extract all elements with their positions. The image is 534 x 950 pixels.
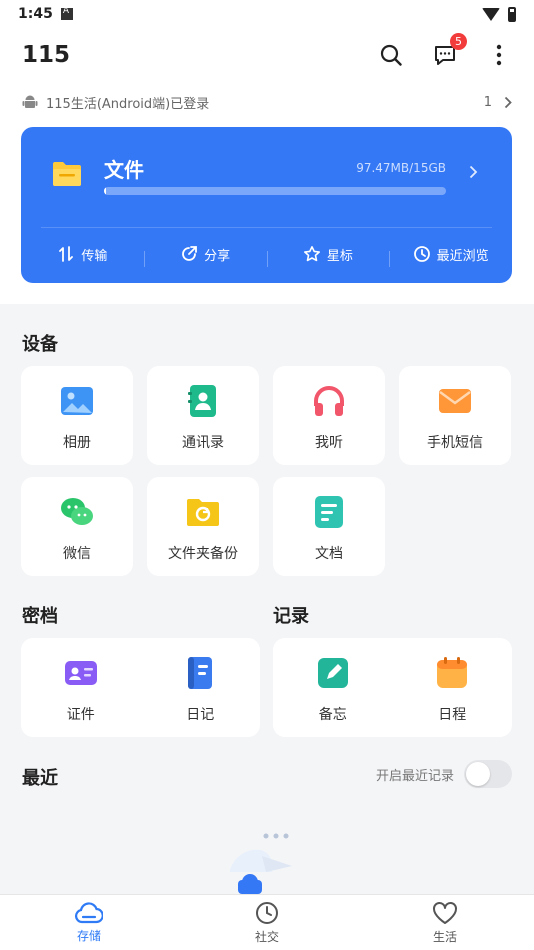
records-item-schedule[interactable]: 日程 bbox=[393, 638, 513, 737]
wifi-icon bbox=[482, 7, 500, 21]
tab-social[interactable]: 社交 bbox=[178, 895, 356, 950]
message-count-badge: 5 bbox=[450, 33, 467, 50]
cloud-icon bbox=[75, 901, 103, 923]
vault-section-title: 密档 bbox=[22, 606, 58, 627]
storage-progress-bar bbox=[104, 187, 446, 195]
contacts-icon bbox=[188, 385, 216, 417]
file-quick-actions: 传输 分享 星标 最近浏览 bbox=[21, 239, 512, 269]
page-title: 115 bbox=[22, 42, 71, 68]
memo-icon bbox=[317, 658, 348, 688]
empty-state-illustration bbox=[230, 833, 292, 894]
device-tile-listen[interactable]: 我听 bbox=[273, 366, 385, 465]
messages-button[interactable]: 5 bbox=[432, 33, 467, 68]
photo-album-icon bbox=[61, 387, 93, 415]
search-button[interactable] bbox=[378, 42, 404, 68]
headphones-icon bbox=[314, 386, 344, 416]
recent-browse-button[interactable]: 最近浏览 bbox=[389, 245, 512, 267]
calendar-icon bbox=[437, 657, 468, 688]
status-bar: 1:45 bbox=[0, 0, 534, 28]
document-icon bbox=[315, 496, 343, 528]
recent-record-toggle-row: 开启最近记录 bbox=[376, 760, 512, 788]
vault-item-diary[interactable]: 日记 bbox=[141, 638, 261, 737]
app-header: 115 5 bbox=[0, 28, 534, 82]
file-card-title: 文件 bbox=[104, 158, 144, 182]
chevron-right-icon bbox=[504, 96, 512, 108]
transfer-icon bbox=[59, 246, 74, 262]
star-icon bbox=[303, 246, 320, 262]
notification-icon bbox=[60, 6, 73, 20]
records-card: 备忘 日程 bbox=[273, 638, 512, 737]
login-device-count: 1 bbox=[483, 94, 492, 110]
tab-life[interactable]: 生活 bbox=[356, 895, 534, 950]
battery-icon bbox=[508, 6, 516, 22]
device-tile-wechat[interactable]: 微信 bbox=[21, 477, 133, 576]
records-item-memo[interactable]: 备忘 bbox=[273, 638, 393, 737]
recent-record-switch[interactable] bbox=[464, 760, 512, 788]
device-tile-sms[interactable]: 手机短信 bbox=[399, 366, 511, 465]
heart-icon bbox=[433, 901, 457, 924]
diary-icon bbox=[188, 657, 213, 689]
more-vertical-icon bbox=[496, 44, 502, 66]
storage-usage: 97.47MB/15GB bbox=[356, 161, 446, 175]
tab-storage[interactable]: 存储 bbox=[0, 895, 178, 950]
device-tile-contacts[interactable]: 通讯录 bbox=[147, 366, 259, 465]
storage-progress-fill bbox=[104, 187, 107, 195]
device-tile-folder-backup[interactable]: 文件夹备份 bbox=[147, 477, 259, 576]
file-storage-card[interactable]: 文件 97.47MB/15GB 传输 分享 星标 最近浏览 bbox=[21, 127, 512, 283]
starred-button[interactable]: 星标 bbox=[266, 245, 390, 267]
sms-icon bbox=[439, 389, 471, 413]
share-button[interactable]: 分享 bbox=[143, 245, 267, 267]
device-tile-document[interactable]: 文档 bbox=[273, 477, 385, 576]
history-icon bbox=[413, 246, 430, 262]
folder-backup-icon bbox=[187, 499, 219, 526]
devices-section-title: 设备 bbox=[22, 334, 58, 355]
share-icon bbox=[182, 246, 198, 261]
clock-icon bbox=[256, 901, 278, 924]
records-section-title: 记录 bbox=[273, 606, 309, 627]
search-icon bbox=[380, 44, 402, 66]
device-tile-album[interactable]: 相册 bbox=[21, 366, 133, 465]
bottom-tab-bar: 存储 社交 生活 bbox=[0, 894, 534, 950]
vault-card: 证件 日记 bbox=[21, 638, 260, 737]
status-time: 1:45 bbox=[18, 6, 53, 22]
more-menu-button[interactable] bbox=[486, 42, 512, 68]
login-status-row[interactable]: 115生活(Android端)已登录 1 bbox=[0, 82, 534, 122]
recent-toggle-label: 开启最近记录 bbox=[375, 768, 454, 784]
vault-item-id-card[interactable]: 证件 bbox=[21, 638, 141, 737]
id-card-icon bbox=[64, 661, 97, 685]
chevron-right-icon bbox=[469, 165, 478, 179]
android-icon bbox=[22, 95, 38, 108]
login-status-text: 115生活(Android端)已登录 bbox=[46, 96, 210, 112]
folder-icon bbox=[53, 162, 81, 186]
wechat-icon bbox=[61, 498, 93, 525]
transfer-button[interactable]: 传输 bbox=[21, 245, 144, 264]
recent-section-title: 最近 bbox=[22, 768, 58, 789]
